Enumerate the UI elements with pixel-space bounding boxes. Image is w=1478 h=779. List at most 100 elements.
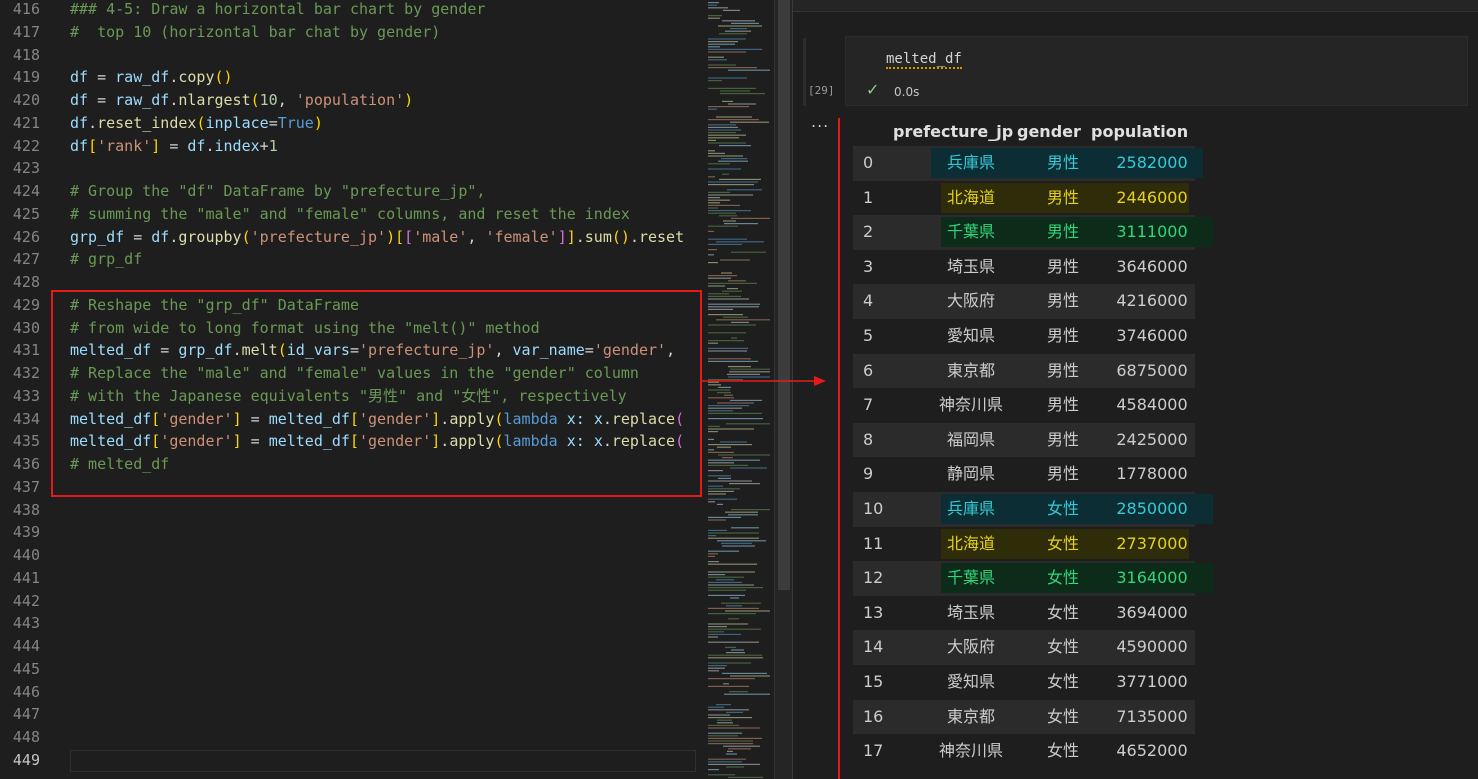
minimap-line: [708, 553, 718, 555]
population-cell: 4652000: [1116, 741, 1188, 761]
minimap-line: [731, 527, 759, 529]
code-text[interactable]: # grp_df: [70, 248, 142, 271]
code-token: (: [250, 91, 260, 109]
minimap-line: [708, 581, 742, 583]
cell-code-text[interactable]: melted_df: [886, 51, 962, 69]
minimap-line: [708, 163, 730, 165]
code-line[interactable]: 446: [0, 681, 696, 704]
minimap-line: [725, 30, 751, 32]
code-token: df: [151, 227, 170, 246]
minimap-line: [723, 9, 740, 11]
population-cell: 4590000: [1116, 637, 1188, 657]
code-line[interactable]: 417 # top 10 (horizontal bar chat by gend…: [0, 21, 696, 44]
code-highlight-box: [51, 290, 702, 497]
editor-scrollbar[interactable]: [774, 0, 792, 779]
minimap-line: [708, 488, 740, 490]
code-token: ): [386, 227, 396, 246]
population-cell: 2582000: [1116, 153, 1188, 172]
minimap-line: [708, 537, 759, 539]
minimap-line: [726, 605, 742, 607]
code-line[interactable]: 422 df['rank'] = df.index+1: [0, 135, 696, 158]
code-line[interactable]: 420 df = raw_df.nlargest(10, 'population'…: [0, 89, 696, 112]
code-token: 'male': [413, 227, 468, 246]
code-text[interactable]: # summing the "male" and "female" column…: [70, 203, 630, 226]
prefecture-cell: 埼玉県: [946, 256, 995, 276]
minimap-line: [708, 139, 716, 141]
minimap-line: [716, 241, 764, 243]
minimap-line: [708, 462, 734, 464]
code-line[interactable]: 427 # grp_df: [0, 248, 696, 271]
code-line[interactable]: 438: [0, 499, 696, 522]
code-token: 'population': [295, 91, 405, 109]
code-line[interactable]: 426 grp_df = df.groupby('prefecture_jp')[…: [0, 226, 696, 249]
table-row: 14 大阪府 女性 4590000: [853, 630, 1195, 665]
code-line[interactable]: 441: [0, 567, 696, 590]
gender-cell: 女性: [1046, 533, 1079, 553]
gender-cell: 男性: [1046, 222, 1079, 242]
population-cell: 6875000: [1116, 360, 1188, 380]
code-text[interactable]: # top 10 (horizontal bar chat by gender): [70, 21, 440, 44]
code-line[interactable]: 448: [0, 726, 696, 749]
code-text[interactable]: df = raw_df.copy(): [70, 66, 233, 89]
scrollbar-thumb[interactable]: [778, 0, 790, 590]
minimap-line: [708, 176, 715, 178]
minimap-line: [708, 397, 734, 399]
line-number: 425: [12, 204, 40, 223]
minimap-line: [723, 220, 736, 222]
output-menu-button[interactable]: ...: [811, 112, 829, 131]
prefecture-cell: 福岡県: [946, 429, 995, 449]
population-cell: 3164000: [1116, 568, 1188, 588]
minimap-line: [708, 717, 752, 719]
code-line[interactable]: 425 # summing the "male" and "female" col…: [0, 203, 696, 226]
minimap-line: [708, 132, 736, 134]
code-line[interactable]: 447: [0, 703, 696, 726]
code-line[interactable]: 442: [0, 590, 696, 613]
minimap-line: [708, 152, 725, 154]
minimap-line: [719, 145, 751, 147]
code-line[interactable]: 443: [0, 612, 696, 635]
minimap-line: [708, 550, 739, 552]
minimap[interactable]: [696, 0, 774, 779]
line-number: 419: [12, 68, 40, 87]
line-number: 434: [12, 409, 40, 428]
code-token: .: [88, 113, 98, 132]
population-cell: 2446000: [1116, 187, 1188, 207]
minimap-line: [722, 545, 755, 547]
code-token: =: [124, 227, 152, 246]
minimap-line: [720, 441, 747, 443]
minimap-line: [717, 446, 731, 448]
line-number: 416: [12, 0, 40, 18]
code-text[interactable]: # Group the "df" DataFrame by "prefectur…: [70, 180, 485, 203]
code-token: nlargest: [178, 91, 251, 109]
code-text[interactable]: df = raw_df.nlargest(10, 'population'): [70, 89, 413, 112]
prefecture-cell: 静岡県: [946, 464, 995, 484]
minimap-line: [708, 428, 754, 430]
minimap-line: [708, 589, 746, 591]
row-index: 10: [863, 499, 884, 518]
code-text[interactable]: df['rank'] = df.index+1: [70, 135, 278, 158]
code-text[interactable]: df.reset_index(inplace=True): [70, 112, 323, 135]
minimap-line: [708, 623, 748, 625]
execution-count: [29]: [808, 84, 835, 97]
code-line[interactable]: 418: [0, 44, 696, 67]
code-text[interactable]: grp_df = df.groupby('prefecture_jp')[['m…: [70, 226, 684, 249]
code-line[interactable]: 423: [0, 157, 696, 180]
code-token: ### 4-5: Draw a horizontal bar chart by …: [70, 0, 486, 18]
line-number: 430: [12, 318, 40, 337]
code-cell[interactable]: melted_df ✓ 0.0s: [845, 36, 1468, 106]
code-line[interactable]: 440: [0, 544, 696, 567]
code-text[interactable]: ### 4-5: Draw a horizontal bar chart by …: [70, 0, 485, 21]
code-line[interactable]: 445: [0, 658, 696, 681]
minimap-line: [708, 449, 714, 451]
gender-cell: 女性: [1046, 499, 1079, 518]
code-line[interactable]: 419 df = raw_df.copy(): [0, 66, 696, 89]
code-token: ): [404, 91, 414, 109]
cursor-line: [70, 750, 696, 772]
minimap-line: [708, 350, 747, 352]
code-line[interactable]: 439: [0, 521, 696, 544]
line-number: 432: [12, 364, 40, 382]
code-line[interactable]: 416 ### 4-5: Draw a horizontal bar chart …: [0, 0, 696, 21]
code-line[interactable]: 444: [0, 635, 696, 658]
code-line[interactable]: 421 df.reset_index(inplace=True): [0, 112, 696, 135]
code-line[interactable]: 424 # Group the "df" DataFrame by "prefec…: [0, 180, 696, 203]
